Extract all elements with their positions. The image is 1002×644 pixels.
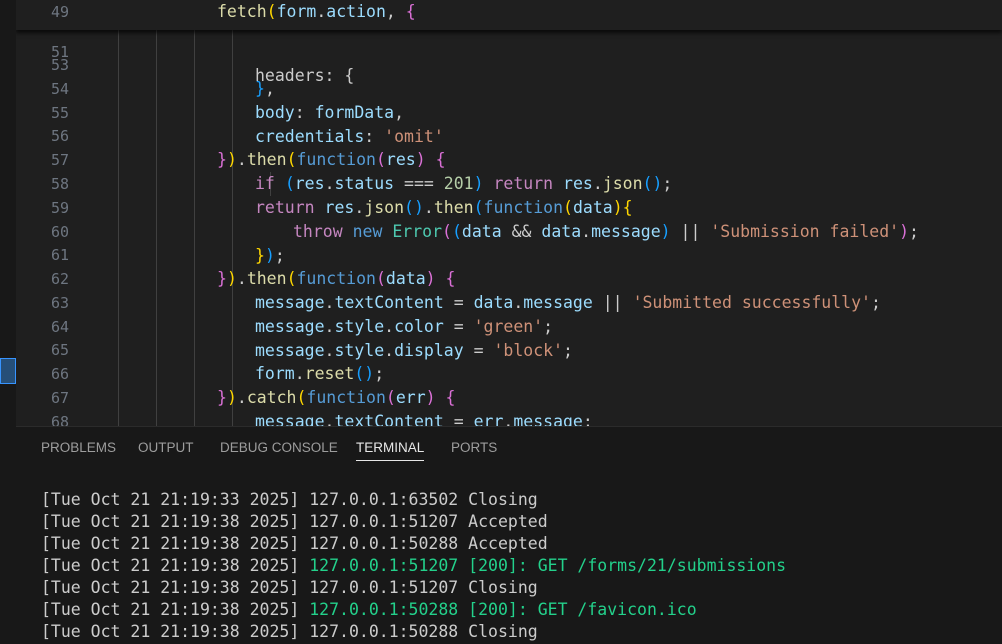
log-message: 127.0.0.1:51207 Closing	[309, 578, 538, 597]
log-timestamp: [Tue Oct 21 21:19:33 2025]	[41, 490, 300, 509]
log-timestamp: [Tue Oct 21 21:19:38 2025]	[41, 578, 300, 597]
sticky-scroll-line[interactable]: 49 fetch(form.action, {	[16, 0, 1002, 30]
log-message: 127.0.0.1:63502 Closing	[309, 490, 538, 509]
terminal-line: [Tue Oct 21 21:19:38 2025] 127.0.0.1:512…	[41, 511, 1001, 533]
code-line: 61 }).then(function(data) {	[16, 219, 1002, 288]
code-editor[interactable]: 51 headers: { 49 fetch(form.action, { 53…	[16, 0, 1002, 426]
line-code: fetch(form.action, {	[217, 2, 416, 21]
log-timestamp: [Tue Oct 21 21:19:38 2025]	[41, 600, 300, 619]
selected-item-marker[interactable]	[0, 358, 16, 384]
code-line: 53 },	[16, 29, 1002, 98]
tab-ports[interactable]: PORTS	[451, 437, 497, 467]
code-line: 60 });	[16, 196, 1002, 265]
terminal-line: [Tue Oct 21 21:19:33 2025] 127.0.0.1:635…	[41, 489, 1001, 511]
log-message: 127.0.0.1:51207 Accepted	[309, 512, 548, 531]
tab-output[interactable]: OUTPUT	[138, 437, 194, 467]
code-line: 59 throw new Error((data && data.message…	[16, 172, 1002, 241]
log-message-success: 127.0.0.1:50288 [200]: GET /favicon.ico	[309, 600, 697, 619]
code-line: 62 message.textContent = data.message ||…	[16, 243, 1002, 312]
code-line: 68 message.style.color = 'red';	[16, 386, 1002, 426]
code-line: 63 message.style.color = 'green';	[16, 267, 1002, 336]
code-line: 58 return res.json().then(function(data)…	[16, 148, 1002, 217]
terminal-line: [Tue Oct 21 21:19:38 2025] 127.0.0.1:512…	[41, 577, 1001, 599]
terminal-line: [Tue Oct 21 21:19:38 2025] 127.0.0.1:502…	[41, 621, 1001, 643]
log-timestamp: [Tue Oct 21 21:19:38 2025]	[41, 534, 300, 553]
log-message-success: 127.0.0.1:51207 [200]: GET /forms/21/sub…	[309, 556, 787, 575]
tab-problems[interactable]: PROBLEMS	[41, 437, 116, 467]
code-line: 57 if (res.status === 201) return res.js…	[16, 124, 1002, 193]
terminal-line: [Tue Oct 21 21:19:38 2025] 127.0.0.1:512…	[41, 555, 1001, 577]
tab-debug-console[interactable]: DEBUG CONSOLE	[220, 437, 338, 467]
log-timestamp: [Tue Oct 21 21:19:38 2025]	[41, 622, 300, 641]
bottom-panel: PROBLEMS OUTPUT DEBUG CONSOLE TERMINAL P…	[16, 426, 1002, 644]
code-line: 54 body: formData,	[16, 53, 1002, 122]
line-number: 49	[50, 3, 69, 21]
code-line: 65 form.reset();	[16, 314, 1002, 383]
code-line: 69 message.style.display = 'block';	[16, 409, 1002, 426]
code-line: 55 credentials: 'omit'	[16, 77, 1002, 146]
log-timestamp: [Tue Oct 21 21:19:38 2025]	[41, 512, 300, 531]
log-message: 127.0.0.1:50288 Accepted	[309, 534, 548, 553]
activity-bar	[0, 0, 16, 644]
terminal-output[interactable]: [Tue Oct 21 21:19:33 2025] 127.0.0.1:635…	[41, 489, 1001, 643]
log-timestamp: [Tue Oct 21 21:19:38 2025]	[41, 556, 300, 575]
terminal-line: [Tue Oct 21 21:19:38 2025] 127.0.0.1:502…	[41, 599, 1001, 621]
code-line: 66 }).catch(function(err) {	[16, 338, 1002, 407]
code-line: 64 message.style.display = 'block';	[16, 291, 1002, 360]
log-message: 127.0.0.1:50288 Closing	[309, 622, 538, 641]
tab-terminal[interactable]: TERMINAL	[356, 437, 425, 461]
code-line: 67 message.textContent = err.message;	[16, 362, 1002, 426]
terminal-line: [Tue Oct 21 21:19:38 2025] 127.0.0.1:502…	[41, 533, 1001, 555]
code-line: 56 }).then(function(res) {	[16, 100, 1002, 169]
